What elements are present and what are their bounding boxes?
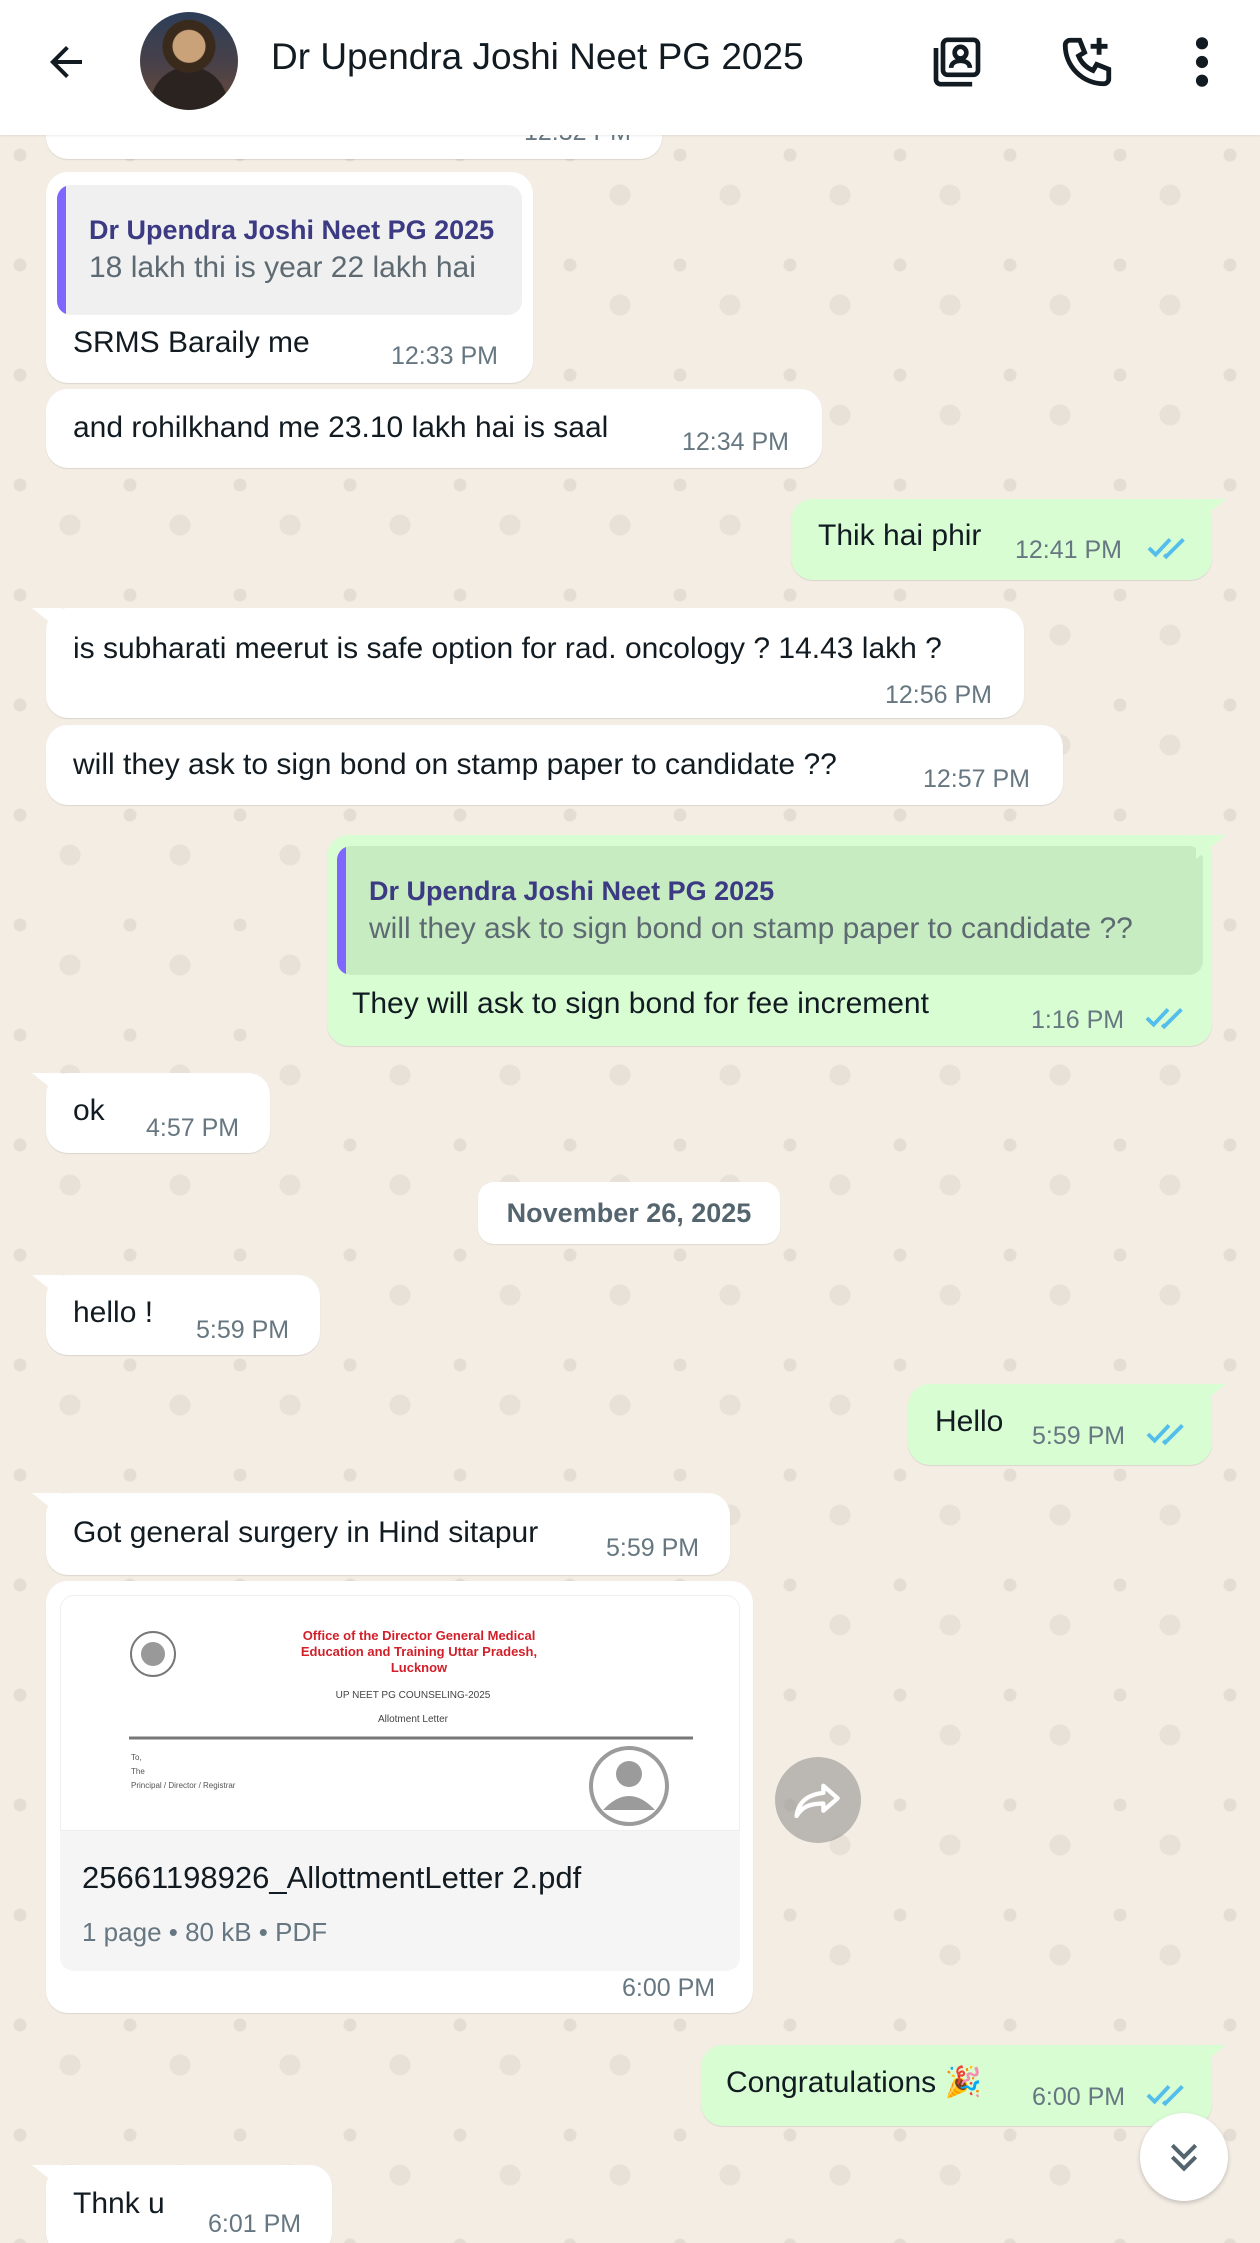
quote-text: 18 lakh thi is year 22 lakh hai <box>89 251 476 284</box>
preview-line-5: Allotment Letter <box>378 1714 449 1725</box>
preview-line-4: UP NEET PG COUNSELING-2025 <box>336 1690 491 1701</box>
more-vertical-icon[interactable] <box>1170 30 1234 94</box>
message-time: 6:01 PM <box>208 2210 302 2238</box>
message-text: is subharati meerut is safe option for r… <box>73 632 942 665</box>
quote-text: will they ask to sign bond on stamp pape… <box>369 912 1133 945</box>
message-time: 6:00 PM <box>622 1974 716 2002</box>
document-name: 25661198926_AllottmentLetter 2.pdf <box>82 1860 582 1895</box>
quote-author: Dr Upendra Joshi Neet PG 2025 <box>369 876 775 906</box>
message-text: Hello <box>935 1405 1004 1438</box>
allotment-letter-thumbnail: Office of the Director General Medical E… <box>61 1596 739 1830</box>
message-bubble-incoming[interactable]: and rohilkhand me 23.10 lakh hai is saal… <box>46 389 822 468</box>
message-time: 4:57 PM <box>146 1114 240 1142</box>
message-time: 12:33 PM <box>391 342 499 370</box>
message-time: 6:00 PM <box>1032 2083 1126 2111</box>
document-info[interactable]: 25661198926_AllottmentLetter 2.pdf 1 pag… <box>60 1831 740 1971</box>
message-bubble-incoming[interactable]: Thnk u 6:01 PM <box>46 2165 332 2243</box>
preview-line-8: Principal / Director / Registrar <box>131 1781 236 1790</box>
quote-author: Dr Upendra Joshi Neet PG 2025 <box>89 215 495 245</box>
message-text: Thnk u <box>73 2187 165 2220</box>
message-bubble-outgoing[interactable]: Dr Upendra Joshi Neet PG 2025 will they … <box>327 835 1212 1046</box>
quote-bar <box>337 846 346 975</box>
quoted-message[interactable]: Dr Upendra Joshi Neet PG 2025 will they … <box>337 846 1203 975</box>
document-message[interactable]: Office of the Director General Medical E… <box>46 1581 753 2013</box>
avatar[interactable] <box>140 12 238 110</box>
add-call-icon[interactable] <box>1055 30 1119 94</box>
contact-card-icon[interactable] <box>925 30 989 94</box>
quote-bar <box>57 185 66 315</box>
document-preview[interactable]: Office of the Director General Medical E… <box>60 1595 740 1831</box>
message-time: 5:59 PM <box>1032 1422 1126 1450</box>
message-bubble-incoming[interactable]: will they ask to sign bond on stamp pape… <box>46 725 1063 805</box>
message-bubble-outgoing[interactable]: Hello 5:59 PM <box>908 1384 1212 1465</box>
chat-title[interactable]: Dr Upendra Joshi Neet PG 2025 <box>271 36 804 78</box>
quoted-message[interactable]: Dr Upendra Joshi Neet PG 2025 18 lakh th… <box>57 185 522 315</box>
message-text: Thik hai phir <box>818 519 982 552</box>
message-text: and rohilkhand me 23.10 lakh hai is saal <box>73 411 609 444</box>
scroll-to-bottom-icon[interactable] <box>1140 2113 1228 2201</box>
message-bubble-outgoing[interactable]: Congratulations 🎉 6:00 PM <box>701 2045 1212 2126</box>
preview-line-1: Office of the Director General Medical <box>303 1628 536 1643</box>
message-time: 12:32 PM <box>524 135 631 151</box>
message-text: They will ask to sign bond for fee incre… <box>352 987 929 1020</box>
message-text: will they ask to sign bond on stamp pape… <box>73 748 837 781</box>
message-bubble-incoming[interactable]: 12:32 PM <box>46 135 662 159</box>
back-arrow-icon[interactable] <box>36 32 96 92</box>
message-time: 1:16 PM <box>1031 1006 1125 1034</box>
message-time: 12:57 PM <box>923 765 1031 793</box>
message-bubble-incoming[interactable]: Got general surgery in Hind sitapur 5:59… <box>46 1493 730 1575</box>
message-bubble-incoming[interactable]: Dr Upendra Joshi Neet PG 2025 18 lakh th… <box>46 172 533 383</box>
message-time: 12:56 PM <box>885 681 993 709</box>
read-receipt-icon <box>1145 1007 1183 1030</box>
read-receipt-icon <box>1147 537 1185 560</box>
message-text: Got general surgery in Hind sitapur <box>73 1516 539 1549</box>
chat-header: Dr Upendra Joshi Neet PG 2025 <box>0 0 1260 135</box>
message-time: 5:59 PM <box>196 1316 290 1344</box>
message-time: 5:59 PM <box>606 1534 700 1562</box>
read-receipt-icon <box>1146 2084 1184 2107</box>
message-text: SRMS Baraily me <box>73 326 310 359</box>
forward-icon[interactable] <box>775 1757 861 1843</box>
message-bubble-incoming[interactable]: ok 4:57 PM <box>46 1073 270 1153</box>
message-text: ok <box>73 1094 105 1127</box>
preview-line-2: Education and Training Uttar Pradesh, <box>301 1644 537 1659</box>
document-meta: 1 page • 80 kB • PDF <box>82 1917 328 1947</box>
message-time: 12:41 PM <box>1015 536 1123 564</box>
message-time: 12:34 PM <box>682 428 790 456</box>
date-separator: November 26, 2025 <box>478 1182 780 1244</box>
message-bubble-outgoing[interactable]: Thik hai phir 12:41 PM <box>791 499 1212 580</box>
message-bubble-incoming[interactable]: is subharati meerut is safe option for r… <box>46 608 1024 718</box>
message-list[interactable]: 12:32 PM Dr Upendra Joshi Neet PG 2025 1… <box>0 135 1260 2243</box>
message-text: Congratulations 🎉 <box>726 2066 982 2099</box>
message-bubble-incoming[interactable]: hello ! 5:59 PM <box>46 1275 320 1355</box>
preview-line-6: To, <box>131 1753 142 1762</box>
read-receipt-icon <box>1146 1423 1184 1446</box>
preview-line-3: Lucknow <box>391 1660 448 1675</box>
preview-line-7: The <box>131 1767 145 1776</box>
message-text: hello ! <box>73 1296 154 1329</box>
